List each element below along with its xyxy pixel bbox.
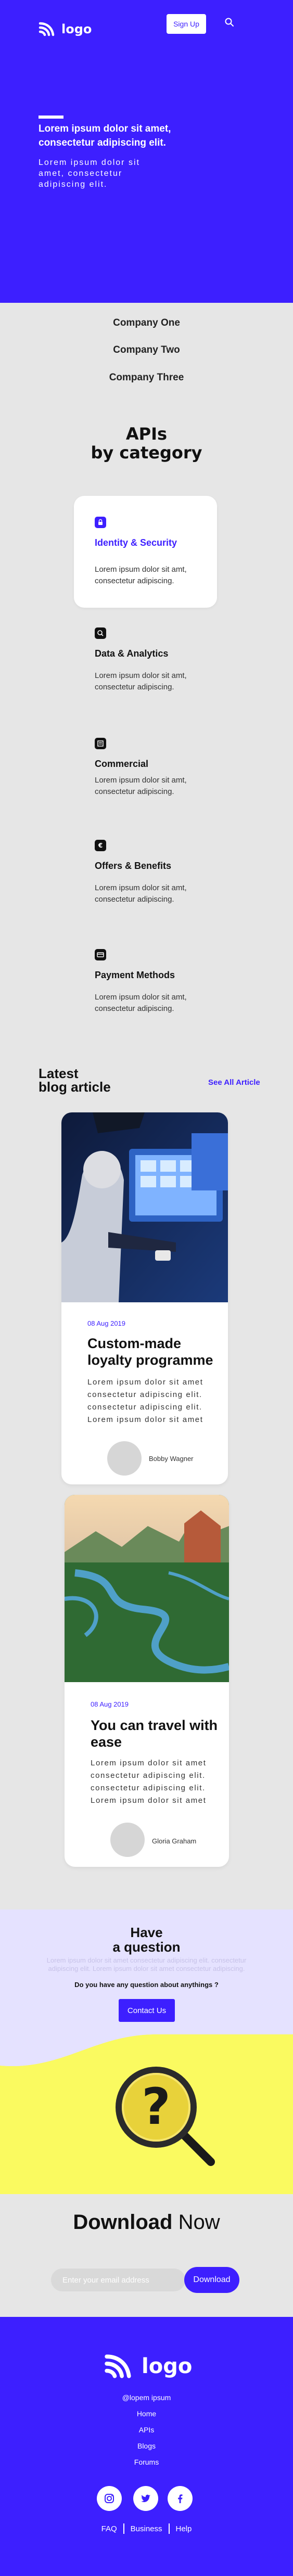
- blog-section-title: Latest blog article: [39, 1067, 143, 1094]
- blog-image-office: [61, 1112, 228, 1302]
- search-icon: [95, 627, 106, 639]
- api-category-title: Identity & Security: [95, 537, 177, 548]
- api-category-desc: Lorem ipsum dolor sit amt, consectetur a…: [95, 776, 187, 796]
- hero-text: Lorem ipsum dolor sit amet, consectetur …: [39, 158, 140, 189]
- api-category-desc: Lorem ipsum dolor sit amt, consectetur a…: [95, 671, 187, 691]
- blog-image-landscape: [65, 1495, 229, 1682]
- question-title-line: Have: [130, 1925, 163, 1940]
- api-category-title: Payment Methods: [95, 970, 175, 980]
- footer-link-forums[interactable]: Forums: [0, 2458, 293, 2466]
- api-category-card-commercial[interactable]: Commercial Lorem ipsum dolor sit amt, co…: [74, 722, 217, 821]
- download-title-bold: Download: [73, 2211, 173, 2234]
- api-category-title: Commercial: [95, 759, 149, 769]
- apis-title-line: by category: [91, 443, 202, 463]
- twitter-icon[interactable]: [133, 2486, 158, 2511]
- instagram-icon[interactable]: [97, 2486, 122, 2511]
- card-icon: [95, 949, 106, 960]
- company-name: Company One: [113, 317, 180, 328]
- blog-card[interactable]: 08 Aug 2019 You can travel with ease Lor…: [65, 1495, 229, 1867]
- blog-excerpt: Lorem ipsum dolor sit amet consectetur a…: [91, 1759, 207, 1805]
- logo-icon: [39, 22, 55, 36]
- question-faded-text: Lorem ipsum dolor sit amet consectetur a…: [46, 1956, 247, 1972]
- api-category-card-identity-security[interactable]: Identity & Security Lorem ipsum dolor si…: [74, 496, 217, 608]
- footer-link-blogs[interactable]: Blogs: [0, 2442, 293, 2450]
- blog-date: 08 Aug 2019: [87, 1319, 126, 1327]
- magnifier-question-illustration: ?: [0, 2034, 293, 2194]
- contact-us-button[interactable]: Contact Us: [119, 1999, 175, 2022]
- logo[interactable]: logo: [39, 20, 96, 39]
- blog-date: 08 Aug 2019: [91, 1700, 129, 1708]
- blog-title-line: blog article: [39, 1079, 111, 1095]
- footer-handle: @lopem ipsum: [122, 2393, 171, 2402]
- hero-title: Lorem ipsum dolor sit amet, consectetur …: [39, 123, 171, 148]
- facebook-icon[interactable]: [168, 2486, 193, 2511]
- api-category-title: Offers & Benefits: [95, 861, 172, 871]
- blog-excerpt: Lorem ipsum dolor sit amet consectetur a…: [87, 1378, 203, 1424]
- avatar: [107, 1441, 142, 1476]
- svg-text:€: €: [98, 842, 103, 849]
- apis-section-title: APIs by category: [0, 425, 293, 462]
- divider: [168, 2523, 170, 2534]
- download-button[interactable]: Download: [184, 2267, 239, 2293]
- download-title-rest: Now: [172, 2211, 220, 2234]
- email-field[interactable]: [51, 2269, 185, 2291]
- api-category-desc: Lorem ipsum dolor sit amt, consectetur a…: [95, 565, 187, 585]
- question-title: Have a question: [0, 1925, 293, 1954]
- hero-accent-bar: [39, 116, 63, 119]
- logo-text: logo: [61, 22, 92, 36]
- blog-author: Bobby Wagner: [149, 1455, 194, 1463]
- logo-icon: [105, 2354, 131, 2378]
- blog-author: Gloria Graham: [152, 1837, 197, 1845]
- tag-icon: €: [95, 840, 106, 851]
- svg-text:?: ?: [142, 2078, 171, 2136]
- company-name: Company Three: [109, 372, 184, 383]
- apis-title-line: APIs: [125, 424, 168, 444]
- blog-title-line: Latest: [39, 1066, 79, 1081]
- footer-logo[interactable]: logo: [104, 2351, 193, 2382]
- avatar: [110, 1823, 145, 1857]
- logo-text: logo: [142, 2354, 193, 2378]
- lock-icon: [95, 517, 106, 528]
- search-icon[interactable]: [224, 17, 235, 28]
- download-title: Download Now: [0, 2210, 293, 2234]
- signup-button[interactable]: Sign Up: [167, 14, 206, 34]
- api-category-desc: Lorem ipsum dolor sit amt, consectetur a…: [95, 993, 187, 1013]
- divider: [123, 2523, 124, 2534]
- see-all-articles-link[interactable]: See All Article: [208, 1078, 260, 1087]
- blog-title[interactable]: You can travel with ease: [91, 1717, 226, 1750]
- hero-section: [0, 0, 293, 303]
- question-title-line: a question: [112, 1939, 181, 1955]
- footer-link-home[interactable]: Home: [0, 2410, 293, 2418]
- blog-title[interactable]: Custom-made loyalty programme: [87, 1335, 223, 1368]
- api-category-desc: Lorem ipsum dolor sit amt, consectetur a…: [95, 883, 187, 904]
- footer-bottom-links: FAQ Business Help: [0, 2523, 293, 2534]
- footer-link-business[interactable]: Business: [131, 2524, 162, 2533]
- company-name: Company Two: [113, 344, 180, 355]
- api-category-title: Data & Analytics: [95, 648, 169, 659]
- footer-link-help[interactable]: Help: [176, 2524, 192, 2533]
- footer-link-apis[interactable]: APIs: [0, 2426, 293, 2434]
- api-category-card-offers-benefits[interactable]: € Offers & Benefits Lorem ipsum dolor si…: [74, 832, 217, 931]
- api-category-card-data-analytics[interactable]: Data & Analytics Lorem ipsum dolor sit a…: [74, 613, 217, 712]
- question-subtitle: Do you have any question about anythings…: [74, 1981, 219, 1989]
- blog-card[interactable]: 08 Aug 2019 Custom-made loyalty programm…: [61, 1112, 228, 1484]
- footer-link-faq[interactable]: FAQ: [101, 2524, 117, 2533]
- api-category-card-payment-methods[interactable]: Payment Methods Lorem ipsum dolor sit am…: [74, 942, 217, 1041]
- document-icon: [95, 738, 106, 749]
